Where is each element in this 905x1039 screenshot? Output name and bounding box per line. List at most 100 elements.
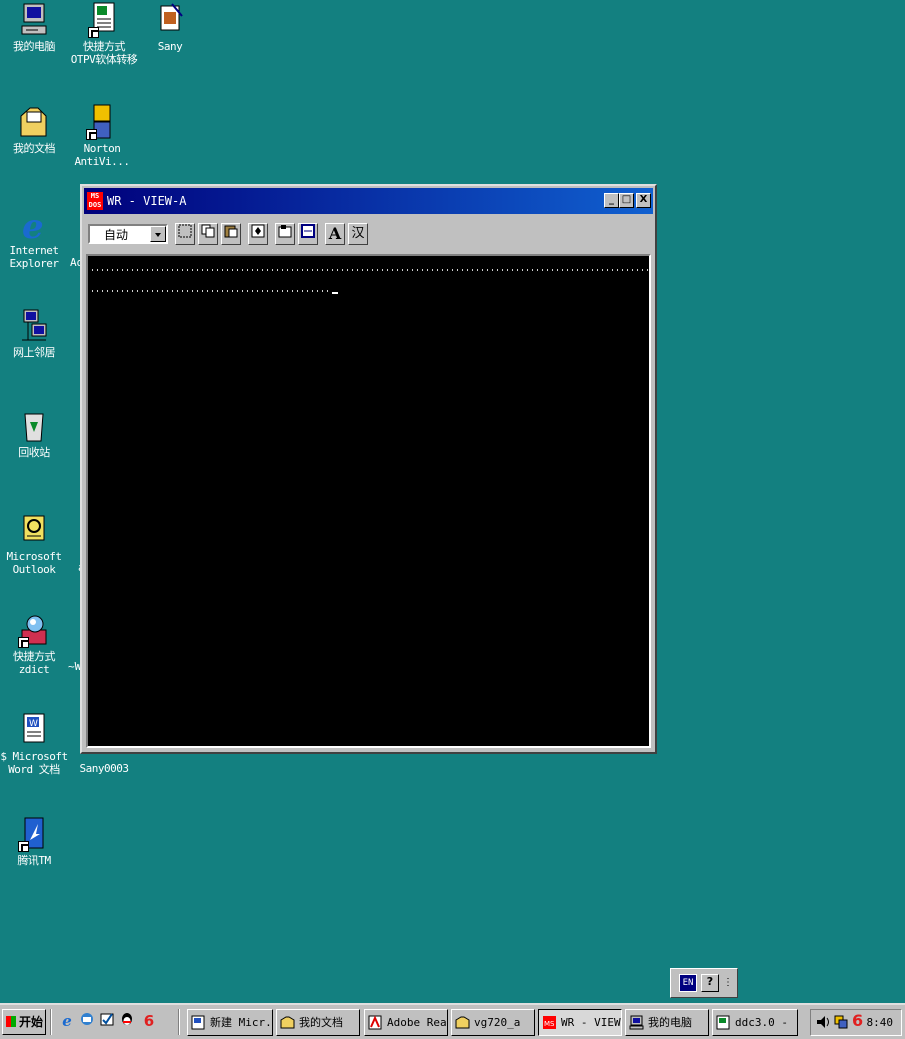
computer-icon xyxy=(18,2,50,38)
langbar-options-icon[interactable]: ⋮ xyxy=(723,978,733,988)
ms-dos-icon: MS xyxy=(543,1016,556,1029)
dictionary-icon xyxy=(18,612,50,648)
media-player-icon[interactable]: 6 xyxy=(140,1011,158,1031)
console-window[interactable]: MS DOS WR - VIEW-A _ □ X 自动 A 汉 xyxy=(80,184,657,754)
word-document-icon: W xyxy=(18,712,50,748)
outlook-express-icon[interactable] xyxy=(78,1011,96,1031)
svg-text:MS: MS xyxy=(544,1020,555,1028)
desktop-icon-recycle-bin[interactable]: 回收站 xyxy=(0,408,72,459)
excel-document-icon xyxy=(716,1015,730,1030)
help-button[interactable]: ? xyxy=(701,974,719,992)
desktop-icon-otpv-shortcut[interactable]: 快捷方式 OTPV软体转移 xyxy=(66,2,142,66)
task-label: 我的电脑 xyxy=(648,1016,692,1029)
taskbar-task-my-documents[interactable]: 我的文档 xyxy=(276,1009,360,1036)
console-dotted-line xyxy=(92,269,649,271)
taskbar-task-word[interactable]: 新建 Micr... xyxy=(187,1009,273,1036)
copy-icon xyxy=(201,224,215,238)
desktop-icon-zdict-shortcut[interactable]: 快捷方式 zdict xyxy=(0,612,72,676)
icon-label: Internet Explorer xyxy=(9,244,59,270)
fullscreen-icon xyxy=(251,224,265,238)
desktop-icon-microsoft-outlook[interactable]: Microsoft Outlook xyxy=(0,512,72,576)
chevron-down-icon[interactable] xyxy=(150,226,166,242)
icon-label: $ Microsoft Word 文档 xyxy=(0,750,68,776)
desktop-icon-norton-antivirus[interactable]: Norton AntiVi... xyxy=(64,104,140,168)
task-label: ddc3.0 - ... xyxy=(735,1016,797,1029)
taskbar-task-wr-view-a[interactable]: MS WR - VIEW-A xyxy=(538,1009,622,1036)
tray-media-icon[interactable]: 6 xyxy=(852,1011,863,1030)
image-file-icon xyxy=(154,2,186,38)
properties-button[interactable] xyxy=(275,223,295,245)
shortcut-arrow-icon xyxy=(18,637,29,648)
taskbar-divider xyxy=(178,1009,180,1035)
taskbar-task-adobe-reader[interactable]: Adobe Rea... xyxy=(364,1009,448,1036)
start-button[interactable]: 开始 xyxy=(2,1009,46,1035)
taskbar-task-vg720a[interactable]: vg720_a xyxy=(451,1009,535,1036)
desktop-icon-word-document[interactable]: W $ Microsoft Word 文档 xyxy=(0,712,72,776)
fullscreen-button[interactable] xyxy=(248,223,268,245)
excel-document-icon xyxy=(88,2,120,38)
icon-label: Sany xyxy=(157,40,183,53)
taskbar-divider xyxy=(50,1009,52,1035)
task-label: Adobe Rea... xyxy=(387,1016,447,1029)
icon-label: Norton AntiVi... xyxy=(74,142,130,168)
desktop-icon-network-neighborhood[interactable]: 网上邻居 xyxy=(0,308,72,359)
mark-button[interactable] xyxy=(175,223,195,245)
qq-icon[interactable] xyxy=(118,1011,136,1031)
desktop-icon-sany[interactable]: Sany xyxy=(132,2,208,53)
icon-label: 快捷方式 zdict xyxy=(13,650,56,676)
internet-explorer-icon[interactable]: e xyxy=(58,1011,76,1031)
window-toolbar: 自动 A 汉 xyxy=(84,218,653,250)
norton-icon xyxy=(86,104,118,140)
input-language-indicator[interactable]: EN xyxy=(679,974,697,992)
close-button[interactable]: X xyxy=(636,193,651,208)
minimize-button[interactable]: _ xyxy=(604,193,619,208)
system-tray: 6 8:40 xyxy=(810,1009,902,1036)
recycle-bin-icon xyxy=(18,408,50,444)
icon-label: 腾讯TM xyxy=(17,854,51,867)
icon-label: 网上邻居 xyxy=(13,346,56,359)
computer-icon xyxy=(629,1015,644,1030)
paste-icon xyxy=(224,225,238,238)
ms-dos-icon[interactable]: MS DOS xyxy=(87,192,103,210)
language-bar[interactable]: EN ? ⋮ xyxy=(670,968,738,998)
desktop-icon-tencent-tm[interactable]: 腾讯TM xyxy=(0,816,72,867)
window-titlebar[interactable]: MS DOS WR - VIEW-A _ □ X xyxy=(84,188,653,214)
taskbar: 开始 e 6 新建 Micr... 我的文档 Adobe Rea... vg72… xyxy=(0,1003,905,1039)
window-title: WR - VIEW-A xyxy=(107,194,187,208)
text-cursor xyxy=(332,292,338,294)
show-desktop-icon[interactable] xyxy=(98,1011,116,1031)
font-size-select[interactable]: 自动 xyxy=(88,224,168,244)
tray-app-icon xyxy=(834,1015,848,1029)
network-icon xyxy=(18,308,50,344)
copy-button[interactable] xyxy=(198,223,218,245)
background-button[interactable] xyxy=(298,223,318,245)
paste-button[interactable] xyxy=(221,223,241,245)
shortcut-arrow-icon xyxy=(86,129,97,140)
speaker-icon xyxy=(817,1016,829,1028)
maximize-button[interactable]: □ xyxy=(619,193,634,208)
font-button[interactable]: A xyxy=(325,223,345,245)
desktop-icon-internet-explorer[interactable]: e Internet Explorer xyxy=(0,206,72,270)
icon-label: Microsoft Outlook xyxy=(6,550,62,576)
taskbar-task-my-computer[interactable]: 我的电脑 xyxy=(625,1009,709,1036)
word-document-icon xyxy=(191,1015,205,1030)
console-dotted-line xyxy=(92,290,328,292)
adobe-reader-icon xyxy=(368,1015,382,1030)
outlook-icon xyxy=(18,512,50,548)
task-label: vg720_a xyxy=(474,1016,521,1029)
taskbar-clock[interactable]: 8:40 xyxy=(867,1016,894,1029)
folder-icon xyxy=(455,1016,470,1029)
icon-label: 我的电脑 xyxy=(13,40,56,53)
console-output[interactable] xyxy=(86,254,651,748)
desktop-icon-my-documents[interactable]: 我的文档 xyxy=(0,104,72,155)
folder-icon xyxy=(18,104,50,140)
icon-label: Sany0003 xyxy=(79,762,129,775)
desktop-icon-my-computer[interactable]: 我的电脑 xyxy=(0,2,72,53)
task-label: 我的文档 xyxy=(299,1016,343,1029)
mark-icon xyxy=(178,224,192,238)
shortcut-arrow-icon xyxy=(18,841,29,852)
chinese-input-button[interactable]: 汉 xyxy=(348,223,368,245)
taskbar-task-ddc[interactable]: ddc3.0 - ... xyxy=(712,1009,798,1036)
shortcut-arrow-icon xyxy=(88,27,99,38)
task-label: 新建 Micr... xyxy=(210,1016,272,1029)
